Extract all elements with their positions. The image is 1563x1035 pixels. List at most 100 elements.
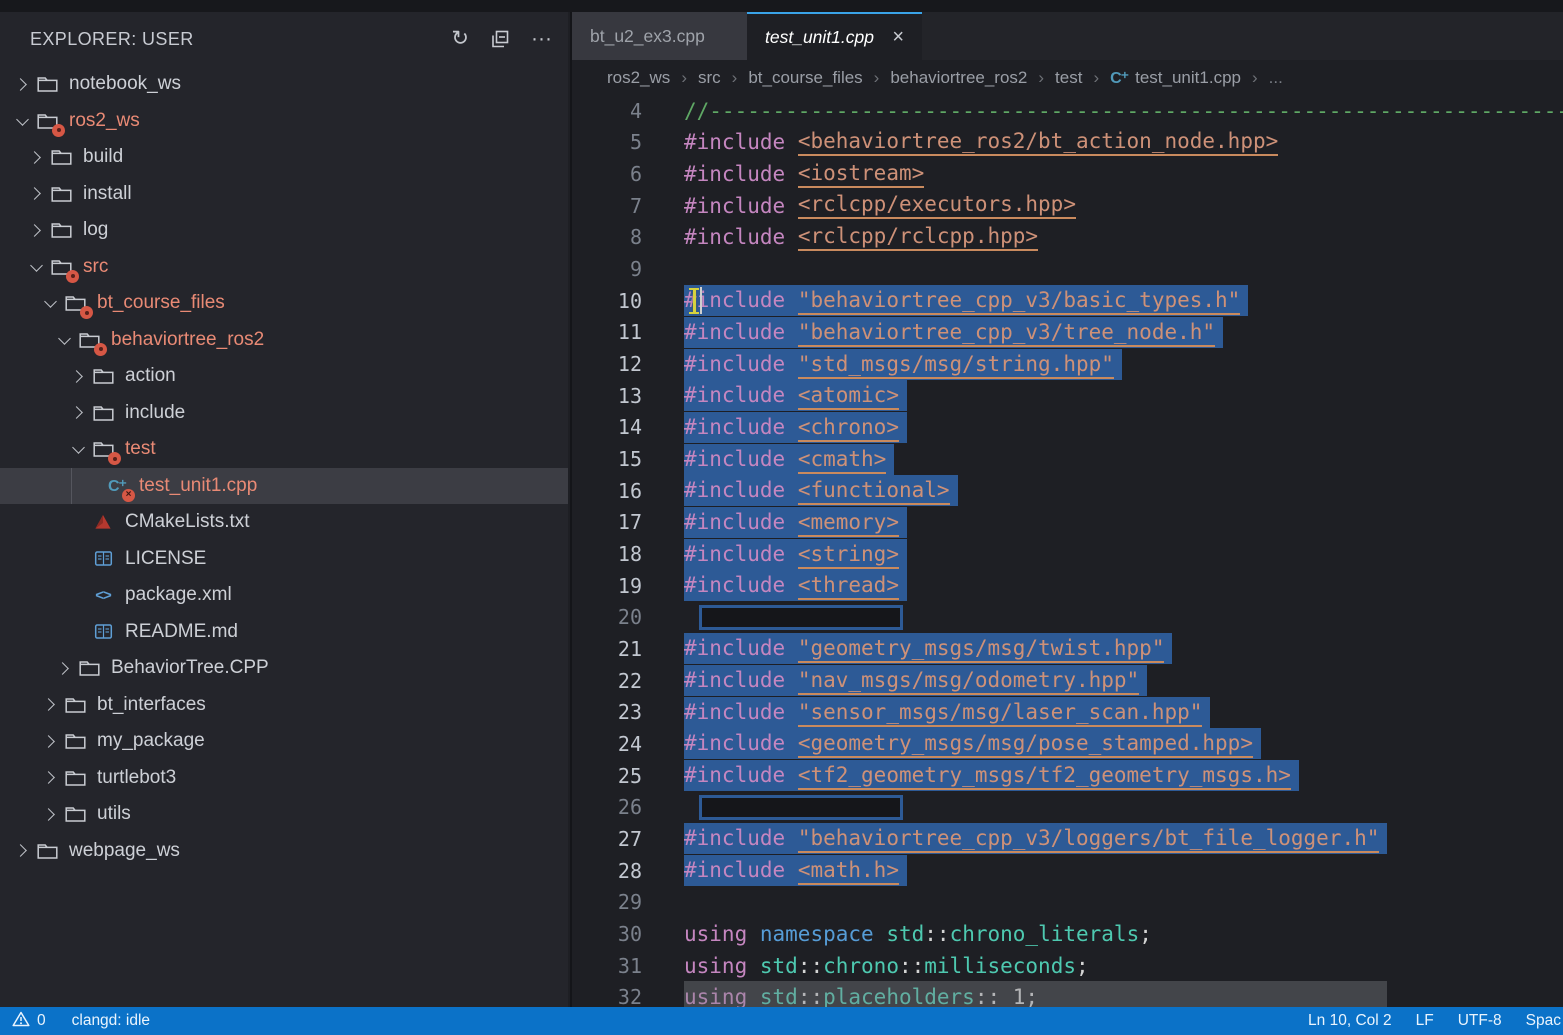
editor-tab-test-unit1-cpp[interactable]: test_unit1.cpp× — [747, 12, 922, 60]
code-line-16[interactable]: 16#include <functional> — [572, 475, 1563, 507]
code-line-24[interactable]: 24#include <geometry_msgs/msg/pose_stamp… — [572, 728, 1563, 760]
editor-tab-bt-u2-ex3-cpp[interactable]: bt_u2_ex3.cpp — [572, 12, 747, 60]
problem-badge-icon — [108, 452, 121, 465]
code-line-19[interactable]: 19#include <thread> — [572, 570, 1563, 602]
tree-item-ros2-ws[interactable]: ros2_ws — [0, 103, 568, 140]
status-left: 0 clangd: idle — [0, 1011, 150, 1032]
status-item-utf-8[interactable]: UTF-8 — [1458, 1012, 1502, 1030]
code-line-text: #include <cmath> — [684, 443, 894, 475]
breadcrumb-item-test[interactable]: test — [1055, 68, 1082, 88]
breadcrumb-item-test-unit1-cpp[interactable]: C⁺test_unit1.cpp — [1110, 68, 1241, 88]
folder-icon — [90, 438, 116, 460]
more-actions-icon[interactable]: ··· — [531, 28, 552, 50]
code-line-29[interactable]: 29 — [572, 886, 1563, 918]
code-line-22[interactable]: 22#include "nav_msgs/msg/odometry.hpp" — [572, 665, 1563, 697]
token — [747, 922, 760, 946]
line-number: 16 — [572, 479, 684, 503]
tree-item-label: README.md — [125, 621, 238, 643]
code-line-12[interactable]: 12#include "std_msgs/msg/string.hpp" — [572, 348, 1563, 380]
tree-item-cmakelists-txt[interactable]: CMakeLists.txt — [0, 504, 568, 541]
selection-highlight: #include <memory> — [684, 507, 907, 538]
code-line-5[interactable]: 5#include <behaviortree_ros2/bt_action_n… — [572, 127, 1563, 159]
line-number: 15 — [572, 447, 684, 471]
tree-item-action[interactable]: action — [0, 358, 568, 395]
code-line-9[interactable]: 9 — [572, 253, 1563, 285]
tree-item-bt-interfaces[interactable]: bt_interfaces — [0, 687, 568, 724]
code-line-4[interactable]: 4//-------------------------------------… — [572, 95, 1563, 127]
tree-item-label: install — [83, 183, 132, 205]
code-line-text: #include <chrono> — [684, 412, 907, 444]
refresh-icon[interactable]: ↻ — [451, 28, 469, 50]
breadcrumb-item--[interactable]: ... — [1269, 68, 1283, 88]
status-item-clangd-idle[interactable]: clangd: idle — [72, 1012, 150, 1030]
horizontal-scrollbar[interactable] — [684, 981, 1387, 1007]
breadcrumb-label: src — [698, 68, 721, 88]
close-icon[interactable]: × — [892, 28, 904, 46]
status-item-ln-10-col-2[interactable]: Ln 10, Col 2 — [1308, 1012, 1392, 1030]
tree-item-turtlebot3[interactable]: turtlebot3 — [0, 760, 568, 797]
breadcrumb-item-src[interactable]: src — [698, 68, 721, 88]
token: "std_msgs/msg/string.hpp" — [798, 352, 1114, 379]
tree-item-test[interactable]: test — [0, 431, 568, 468]
code-line-6[interactable]: 6#include <iostream> — [572, 158, 1563, 190]
code-line-11[interactable]: 11#include "behaviortree_cpp_v3/tree_nod… — [572, 317, 1563, 349]
code-line-25[interactable]: 25#include <tf2_geometry_msgs/tf2_geomet… — [572, 760, 1563, 792]
tab-label: bt_u2_ex3.cpp — [590, 26, 705, 47]
token: #include — [684, 478, 785, 502]
status-item-spac[interactable]: Spac — [1526, 1012, 1561, 1030]
tree-item-install[interactable]: install — [0, 176, 568, 213]
code-line-20[interactable]: 20 — [572, 602, 1563, 634]
status-item-0[interactable]: 0 — [12, 1011, 46, 1032]
tree-item-log[interactable]: log — [0, 212, 568, 249]
cpp-icon: C⁺ — [1110, 68, 1128, 88]
tree-item-behaviortree-ros2[interactable]: behaviortree_ros2 — [0, 322, 568, 359]
tree-item-behaviortree-cpp[interactable]: BehaviorTree.CPP — [0, 650, 568, 687]
token: namespace — [760, 922, 874, 946]
tree-item-notebook-ws[interactable]: notebook_ws — [0, 66, 568, 103]
code-line-27[interactable]: 27#include "behaviortree_cpp_v3/loggers/… — [572, 823, 1563, 855]
tree-item-license[interactable]: LICENSE — [0, 541, 568, 578]
token: :: — [924, 922, 949, 946]
code-line-28[interactable]: 28#include <math.h> — [572, 855, 1563, 887]
code-line-30[interactable]: 30using namespace std::chrono_literals; — [572, 918, 1563, 950]
selection-highlight: #include <chrono> — [684, 412, 907, 443]
tree-item-utils[interactable]: utils — [0, 796, 568, 833]
cmake-icon — [90, 511, 116, 533]
folder-icon — [62, 694, 88, 716]
code-line-7[interactable]: 7#include <rclcpp/executors.hpp> — [572, 190, 1563, 222]
tree-item-bt-course-files[interactable]: bt_course_files — [0, 285, 568, 322]
breadcrumb-item-ros2-ws[interactable]: ros2_ws — [607, 68, 670, 88]
code-line-31[interactable]: 31using std::chrono::milliseconds; — [572, 950, 1563, 982]
code-line-17[interactable]: 17#include <memory> — [572, 507, 1563, 539]
tree-item-readme-md[interactable]: README.md — [0, 614, 568, 651]
tree-item-test-unit1-cpp[interactable]: C⁺×test_unit1.cpp — [0, 468, 568, 505]
code-line-26[interactable]: 26 — [572, 791, 1563, 823]
code-line-8[interactable]: 8#include <rclcpp/rclcpp.hpp> — [572, 222, 1563, 254]
code-line-21[interactable]: 21#include "geometry_msgs/msg/twist.hpp" — [572, 633, 1563, 665]
tree-item-src[interactable]: src — [0, 249, 568, 286]
token: "behaviortree_cpp_v3/basic_types.h" — [798, 288, 1241, 315]
tree-item-webpage-ws[interactable]: webpage_ws — [0, 833, 568, 870]
breadcrumb-item-behaviortree-ros2[interactable]: behaviortree_ros2 — [890, 68, 1027, 88]
folder-icon — [48, 146, 74, 168]
tree-item-build[interactable]: build — [0, 139, 568, 176]
code-line-14[interactable]: 14#include <chrono> — [572, 412, 1563, 444]
code-line-15[interactable]: 15#include <cmath> — [572, 443, 1563, 475]
breadcrumb-label: behaviortree_ros2 — [890, 68, 1027, 88]
collapse-folders-icon[interactable] — [489, 28, 511, 50]
line-number: 11 — [572, 320, 684, 344]
code-line-10[interactable]: 10#include "behaviortree_cpp_v3/basic_ty… — [572, 285, 1563, 317]
tree-item-package-xml[interactable]: <>package.xml — [0, 577, 568, 614]
token: <chrono> — [798, 415, 899, 442]
code-line-18[interactable]: 18#include <string> — [572, 538, 1563, 570]
code-line-text: using std::chrono::milliseconds; — [684, 950, 1089, 982]
selection-highlight: #include <thread> — [684, 570, 907, 601]
code-line-13[interactable]: 13#include <atomic> — [572, 380, 1563, 412]
code-editor[interactable]: 4//-------------------------------------… — [572, 95, 1563, 1007]
breadcrumb-item-bt-course-files[interactable]: bt_course_files — [748, 68, 862, 88]
status-item-lf[interactable]: LF — [1416, 1012, 1434, 1030]
tree-item-include[interactable]: include — [0, 395, 568, 432]
tree-item-my-package[interactable]: my_package — [0, 723, 568, 760]
folder-icon — [48, 256, 74, 278]
code-line-23[interactable]: 23#include "sensor_msgs/msg/laser_scan.h… — [572, 696, 1563, 728]
